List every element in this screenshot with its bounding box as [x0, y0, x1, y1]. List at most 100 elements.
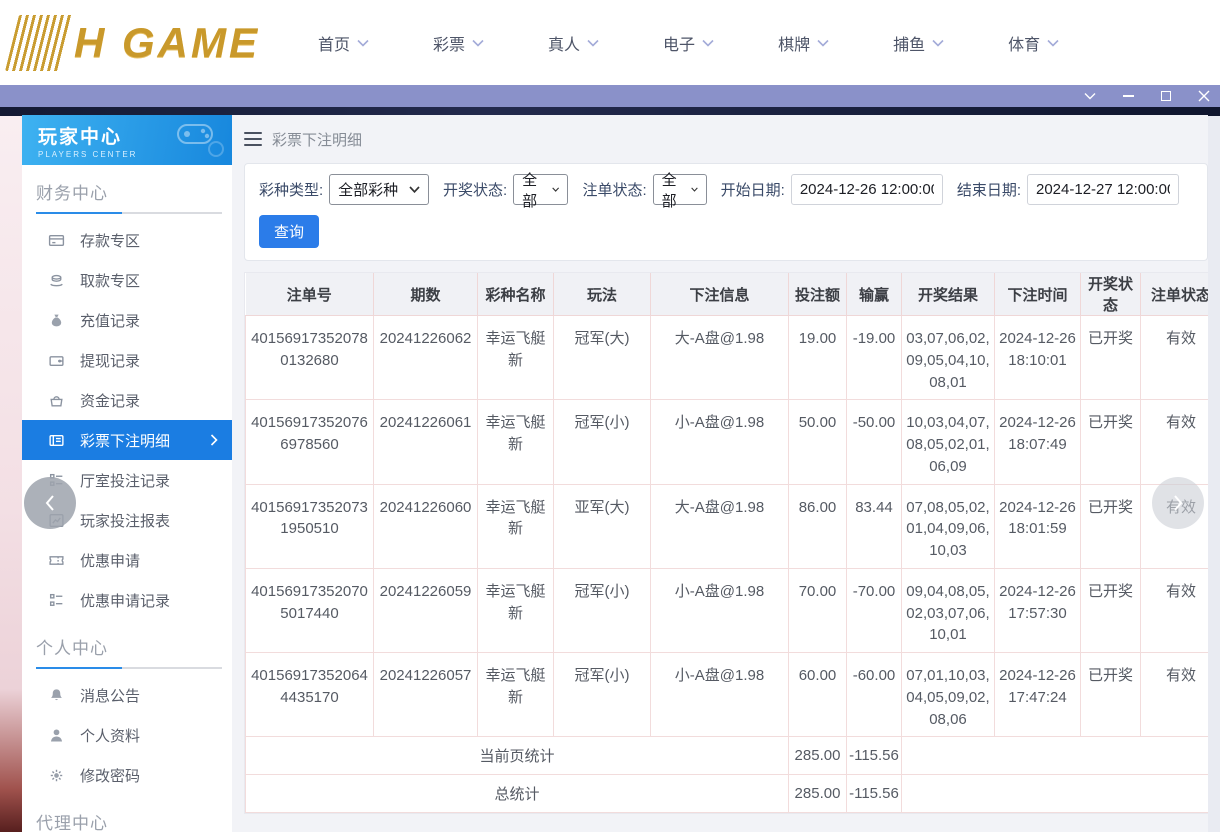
page-title: 彩票下注明细 — [272, 131, 363, 149]
chevron-down-icon — [587, 39, 599, 47]
col-header: 注单号 — [245, 273, 374, 316]
bell-icon — [51, 688, 62, 700]
sidebar-item-label: 充值记录 — [80, 312, 141, 330]
window-close-icon[interactable] — [1196, 88, 1212, 104]
col-header: 输赢 — [846, 273, 902, 316]
table-cell: 冠军(大) — [553, 314, 651, 401]
hamburger-icon[interactable] — [244, 132, 262, 146]
nav-item-lottery[interactable]: 彩票 — [433, 31, 484, 55]
window-minimize-icon[interactable] — [1120, 88, 1136, 104]
sidebar-item-label: 消息公告 — [80, 687, 141, 705]
table-cell: 401569173520731950510 — [245, 483, 374, 569]
table-cell: 小-A盘@1.98 — [650, 567, 789, 654]
table-cell: 幸运飞艇新 — [477, 567, 554, 654]
summary-empty-cell — [901, 736, 1208, 776]
table-cell: 已开奖 — [1080, 483, 1141, 569]
chevron-down-icon — [472, 39, 484, 47]
sidebar-item-fund-records[interactable]: 资金记录 — [22, 380, 232, 420]
sidebar-item-profile[interactable]: 个人资料 — [22, 715, 232, 755]
nav-label: 捕鱼 — [893, 36, 926, 54]
query-button[interactable]: 查询 — [259, 215, 320, 248]
sidebar: 玩家中心 PLAYERS CENTER 财务中心 存款专区 取款专区 充值记录 … — [22, 115, 232, 832]
table-cell: 有效 — [1140, 567, 1208, 654]
summary-label: 总统计 — [245, 774, 789, 814]
sidebar-item-messages[interactable]: 消息公告 — [22, 675, 232, 715]
table-row: 401569173520731950510 20241226060 幸运飞艇新 亚军(… — [245, 483, 1208, 569]
bank-card-icon — [48, 234, 65, 246]
logo-text: H GAME — [74, 19, 260, 66]
table-cell: -70.00 — [846, 567, 902, 654]
start-date-input[interactable] — [790, 174, 943, 205]
lottery-type-select[interactable]: 全部彩种 — [329, 174, 429, 205]
window-maximize-icon[interactable] — [1158, 88, 1174, 104]
section-title: 个人中心 — [36, 639, 108, 658]
section-finance: 财务中心 — [22, 165, 232, 214]
draw-status-label: 开奖状态: — [442, 182, 508, 199]
table-cell: 20241226061 — [373, 399, 478, 485]
order-status-select[interactable]: 全部 — [652, 172, 707, 210]
col-header: 彩种名称 — [477, 273, 554, 316]
table-row: 401569173520766978560 20241226061 幸运飞艇新 冠军(… — [245, 399, 1208, 485]
scrollbar-track[interactable] — [1208, 116, 1220, 832]
table-cell: 07,01,10,03,04,05,09,02,08,06 — [901, 651, 995, 738]
sidebar-item-deposit[interactable]: 存款专区 — [22, 220, 232, 260]
nav-item-sports[interactable]: 体育 — [1008, 31, 1059, 55]
summary-bet-total: 285.00 — [788, 736, 847, 776]
col-header: 期数 — [373, 273, 478, 316]
summary-winloss-total: -115.56 — [846, 774, 902, 814]
table-cell: 50.00 — [788, 399, 847, 485]
main-nav: 首页 彩票 真人 电子 棋牌 捕鱼 体育 — [318, 0, 1059, 85]
chevron-down-icon — [817, 39, 829, 47]
table-cell: 幸运飞艇新 — [477, 314, 554, 401]
draw-status-select[interactable]: 全部 — [513, 172, 569, 210]
nav-item-slots[interactable]: 电子 — [663, 31, 714, 55]
summary-empty-cell — [901, 774, 1208, 814]
purse-icon — [50, 395, 63, 407]
col-header: 下注时间 — [994, 273, 1081, 316]
nav-item-board[interactable]: 棋牌 — [778, 31, 829, 55]
table-cell: 有效 — [1140, 399, 1208, 485]
sidebar-item-lottery-bet-details[interactable]: 彩票下注明细 — [22, 420, 232, 460]
table-cell: 已开奖 — [1080, 567, 1141, 654]
table-cell: 86.00 — [788, 483, 847, 569]
nav-item-home[interactable]: 首页 — [318, 31, 369, 55]
table-cell: 2024-12-26 17:47:24 — [994, 651, 1081, 738]
summary-label: 当前页统计 — [245, 736, 789, 776]
sidebar-item-promo-apply[interactable]: 优惠申请 — [22, 540, 232, 580]
col-header: 注单状态 — [1140, 273, 1208, 316]
nav-item-live[interactable]: 真人 — [548, 31, 599, 55]
main-content: 彩票下注明细 彩种类型: 全部彩种 开奖状态: 全部 注单状态: 全部 开始日期… — [232, 115, 1208, 832]
sidebar-item-recharge-records[interactable]: 充值记录 — [22, 300, 232, 340]
section-underline — [36, 212, 222, 214]
chevron-down-icon — [690, 187, 698, 192]
end-date-input[interactable] — [1027, 174, 1179, 205]
logo-mark-icon — [5, 15, 73, 71]
sidebar-item-label: 玩家投注报表 — [80, 512, 171, 530]
collapse-sidebar-button[interactable] — [24, 477, 76, 529]
table-cell: 冠军(小) — [553, 399, 651, 485]
sidebar-item-withdraw-records[interactable]: 提现记录 — [22, 340, 232, 380]
sidebar-item-promo-apply-records[interactable]: 优惠申请记录 — [22, 580, 232, 620]
list-icon — [49, 593, 63, 606]
sidebar-item-label: 厅室投注记录 — [80, 472, 171, 490]
nav-item-fishing[interactable]: 捕鱼 — [893, 31, 944, 55]
table-cell: 03,07,06,02,09,05,04,10,08,01 — [901, 314, 995, 401]
logo[interactable]: H GAME — [5, 12, 260, 74]
scroll-right-button[interactable] — [1152, 477, 1204, 529]
table-cell: 幸运飞艇新 — [477, 651, 554, 738]
chevron-down-icon — [409, 186, 420, 193]
end-date-label: 结束日期: — [956, 182, 1021, 199]
table-cell: 幸运飞艇新 — [477, 399, 554, 485]
chevron-right-icon — [210, 434, 218, 446]
section-agent: 代理中心 — [22, 795, 232, 832]
table-cell: 小-A盘@1.98 — [650, 399, 789, 485]
sidebar-item-withdraw[interactable]: 取款专区 — [22, 260, 232, 300]
ledger-icon — [49, 434, 64, 446]
table-row: 401569173520780132680 20241226062 幸运飞艇新 冠军(… — [245, 314, 1208, 401]
breadcrumb: 彩票下注明细 — [244, 121, 1208, 157]
sidebar-item-change-password[interactable]: 修改密码 — [22, 755, 232, 795]
chevron-down-icon — [1047, 39, 1059, 47]
table-cell: -19.00 — [846, 314, 902, 401]
wallet-icon — [49, 355, 64, 366]
window-collapse-icon[interactable] — [1082, 88, 1098, 104]
